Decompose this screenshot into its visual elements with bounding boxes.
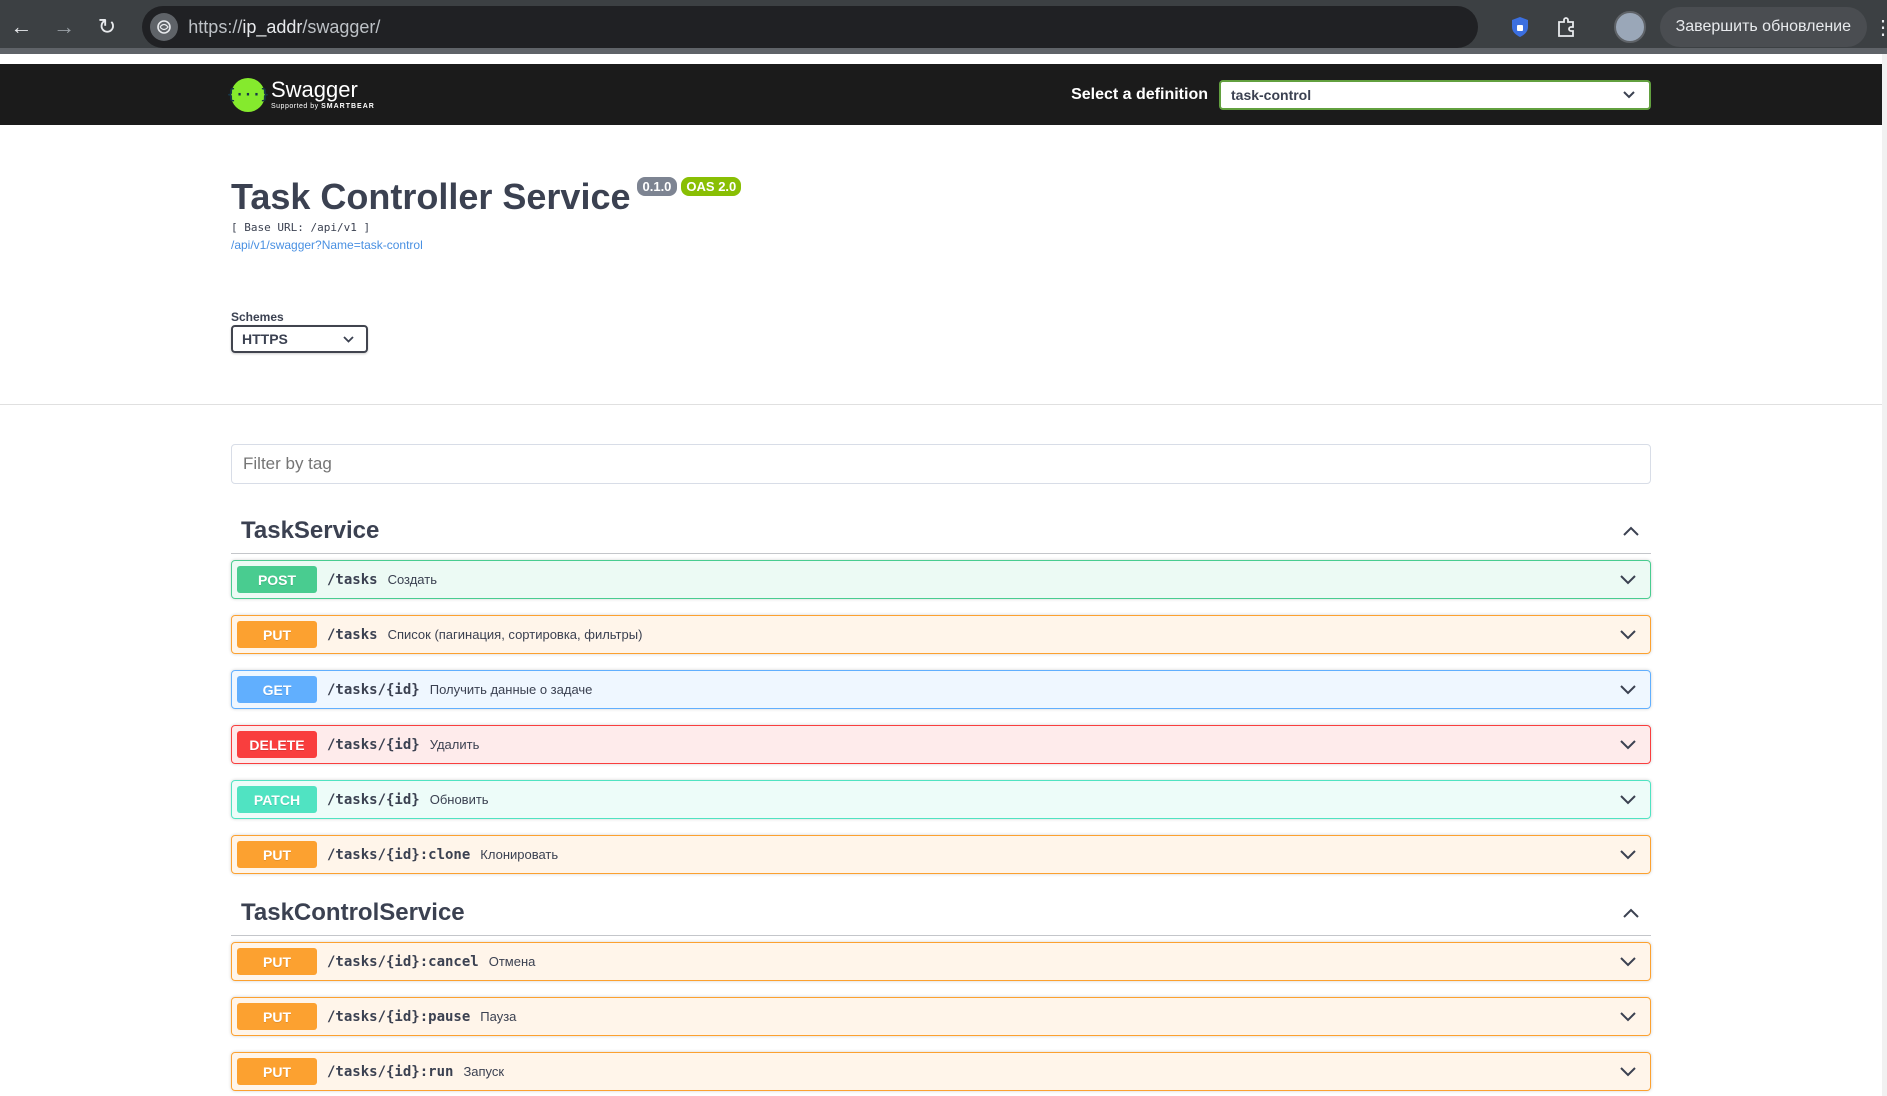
operation-path: /tasks/{id}:pause <box>327 1008 471 1025</box>
brand-sub-text: Supported by <box>271 103 319 110</box>
chevron-down-icon[interactable] <box>1618 735 1638 755</box>
operation-summary: Пауза <box>480 1009 517 1024</box>
api-info: Task Controller Service 0.1.0 OAS 2.0 [ … <box>231 125 1651 404</box>
chevron-down-icon <box>1623 90 1635 98</box>
operation-summary: Удалить <box>429 737 480 752</box>
operation-patch[interactable]: PATCH/tasks/{id} Обновить <box>231 780 1651 819</box>
version-badge: 0.1.0 <box>636 177 678 196</box>
operation-path: /tasks/{id} <box>327 736 420 753</box>
operation-summary: Запуск <box>463 1064 505 1079</box>
oas-badge: OAS 2.0 <box>681 177 742 196</box>
operation-path: /tasks <box>327 626 378 643</box>
definition-label: Select a definition <box>1071 85 1208 103</box>
chevron-down-icon[interactable] <box>1618 1062 1638 1082</box>
operation-put[interactable]: PUT/tasks/{id}:clone Клонировать <box>231 835 1651 874</box>
scrollbar[interactable] <box>1882 54 1887 1096</box>
chevron-down-icon[interactable] <box>1618 845 1638 865</box>
swagger-logo-icon: {···} <box>227 77 269 112</box>
brand-sub-strong: SMARTBEAR <box>321 103 375 110</box>
browser-toolbar: ← → ↻ https://ip_addr/swagger/ Завершить… <box>0 0 1887 54</box>
url-host: ip_addr <box>242 16 303 37</box>
operation-summary: Создать <box>387 572 437 587</box>
operation-path: /tasks/{id}:cancel <box>327 953 479 970</box>
operation-get[interactable]: GET/tasks/{id} Получить данные о задаче <box>231 670 1651 709</box>
schemes: Schemes HTTPS <box>231 310 1651 353</box>
operation-path: /tasks/{id} <box>327 791 420 808</box>
tag-name: TaskService <box>241 516 380 544</box>
profile-avatar[interactable] <box>1613 11 1646 43</box>
url-prefix: https:// <box>188 16 243 37</box>
filter-input[interactable]: Filter by tag <box>231 444 1651 484</box>
method-badge: PATCH <box>237 786 317 813</box>
chevron-up-icon[interactable] <box>1621 903 1641 923</box>
definition-picker: Select a definition task-control <box>1071 79 1651 110</box>
method-badge: DELETE <box>237 731 317 758</box>
operation-path: /tasks/{id} <box>327 681 420 698</box>
swagger-topbar: {···} Swagger Supported by SMARTBEAR Sel… <box>0 64 1882 125</box>
operation-put[interactable]: PUT/tasks/{id}:pause Пауза <box>231 997 1651 1036</box>
operation-put[interactable]: PUT/tasks/{id}:run Запуск <box>231 1052 1651 1091</box>
chevron-up-icon[interactable] <box>1621 521 1641 541</box>
chevron-down-icon[interactable] <box>1618 790 1638 810</box>
operation-delete[interactable]: DELETE/tasks/{id} Удалить <box>231 725 1651 764</box>
chevron-down-icon[interactable] <box>1618 680 1638 700</box>
chevron-down-icon[interactable] <box>1618 625 1638 645</box>
brand-name: Swagger <box>271 77 358 102</box>
tag-name: TaskControlService <box>241 898 465 926</box>
spec-link[interactable]: /api/v1/swagger?Name=task-control <box>231 238 1651 252</box>
chevron-down-icon[interactable] <box>1618 1007 1638 1027</box>
url-path: /swagger/ <box>302 16 381 37</box>
operation-put[interactable]: PUT/tasks Список (пагинация, сортировка, … <box>231 615 1651 654</box>
schemes-label: Schemes <box>231 310 284 324</box>
method-badge: GET <box>237 676 317 703</box>
method-badge: PUT <box>237 1058 317 1085</box>
puzzle-icon[interactable] <box>1546 7 1586 47</box>
operation-path: /tasks <box>327 571 378 588</box>
brand-sub: Supported by SMARTBEAR <box>271 103 375 110</box>
operation-summary: Список (пагинация, сортировка, фильтры) <box>387 627 643 642</box>
chevron-down-icon <box>343 335 354 343</box>
divider <box>0 404 1882 405</box>
chevron-down-icon[interactable] <box>1618 952 1638 972</box>
schemes-value: HTTPS <box>242 331 288 347</box>
schemes-select[interactable]: HTTPS <box>231 325 368 353</box>
extension-icon[interactable] <box>1500 7 1540 47</box>
site-info-icon[interactable] <box>150 13 179 41</box>
swagger-logo[interactable]: {···} Swagger Supported by SMARTBEAR <box>227 77 375 112</box>
base-url: [ Base URL: /api/v1 ] <box>231 221 371 234</box>
reload-icon[interactable]: ↻ <box>86 5 129 49</box>
method-badge: PUT <box>237 948 317 975</box>
definition-value: task-control <box>1231 86 1312 103</box>
operation-put[interactable]: PUT/tasks/{id}:cancel Отмена <box>231 942 1651 981</box>
operation-post[interactable]: POST/tasks Создать <box>231 560 1651 599</box>
address-bar[interactable]: https://ip_addr/swagger/ <box>142 6 1478 48</box>
method-badge: PUT <box>237 841 317 868</box>
page-title: Task Controller Service <box>231 176 631 217</box>
chevron-down-icon[interactable] <box>1618 570 1638 590</box>
tag-header[interactable]: TaskService <box>231 508 1651 554</box>
operation-path: /tasks/{id}:run <box>327 1063 454 1080</box>
operation-summary: Обновить <box>429 792 489 807</box>
operation-summary: Отмена <box>488 954 536 969</box>
forward-arrow-icon[interactable]: → <box>43 5 86 49</box>
method-badge: PUT <box>237 1003 317 1030</box>
operation-path: /tasks/{id}:clone <box>327 846 471 863</box>
back-arrow-icon[interactable]: ← <box>0 5 43 49</box>
operation-summary: Получить данные о задаче <box>429 682 593 697</box>
tag-header[interactable]: TaskControlService <box>231 890 1651 936</box>
update-button[interactable]: Завершить обновление <box>1659 7 1868 47</box>
tag-section: TaskControlService PUT/tasks/{id}:cancel О… <box>231 890 1651 1091</box>
operation-summary: Клонировать <box>480 847 559 862</box>
tag-section: TaskService POST/tasks Создать PUT/tasks Спи… <box>231 508 1651 874</box>
definition-select[interactable]: task-control <box>1219 79 1651 110</box>
method-badge: POST <box>237 566 317 593</box>
menu-dots-icon[interactable]: ⋮ <box>1873 15 1887 40</box>
method-badge: PUT <box>237 621 317 648</box>
